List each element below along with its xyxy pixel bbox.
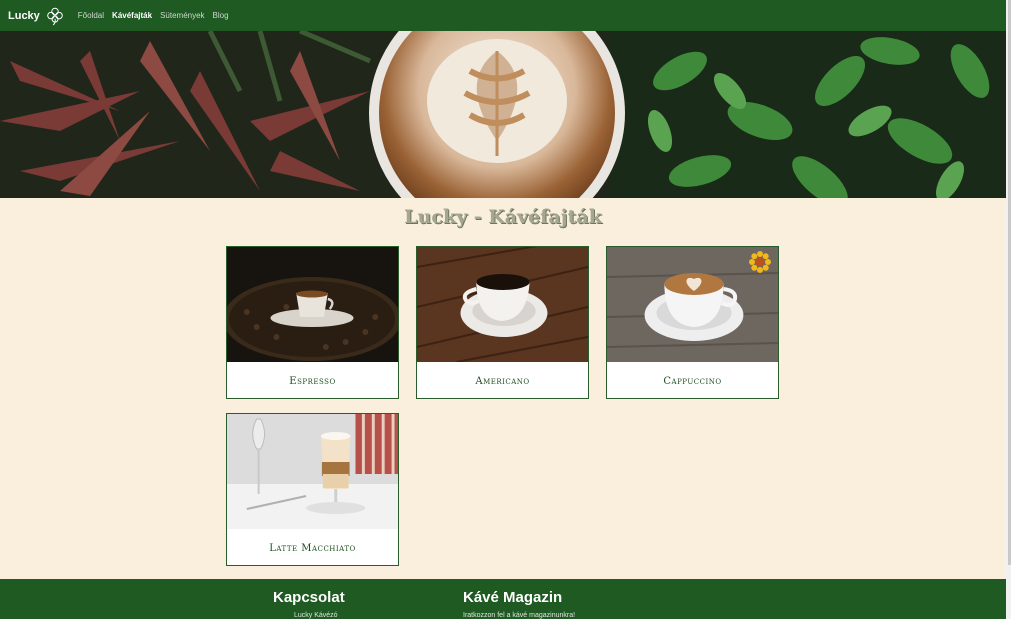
flower-badge-icon (749, 251, 771, 273)
brand-name[interactable]: Lucky (8, 10, 40, 22)
americano-image (417, 247, 588, 362)
nav-link-fooldal[interactable]: Főoldal (78, 11, 104, 20)
page-title: Lucky - Kávéfajták (404, 206, 602, 228)
card-label[interactable]: Americano (417, 362, 588, 398)
hero-banner (0, 31, 1006, 198)
card-americano[interactable]: Americano (416, 246, 589, 399)
nav-link-blog[interactable]: Blog (213, 11, 229, 20)
clover-logo-icon[interactable] (46, 6, 64, 26)
hero-coffee-plants-image (0, 31, 1006, 198)
card-label[interactable]: Cappuccino (607, 362, 778, 398)
footer-magazine-title: Kávé Magazin (463, 589, 563, 606)
nav-links: Főoldal Kávéfajták Sütemények Blog (78, 11, 237, 20)
card-latte-macchiato[interactable]: Latte Macchiato (226, 413, 399, 566)
navbar: Lucky Főoldal Kávéfajták Sütemények Blog (0, 0, 1006, 31)
latte-macchiato-image (227, 414, 398, 529)
nav-link-sutemenyek[interactable]: Sütemények (160, 11, 204, 20)
card-cappuccino[interactable]: Cappuccino (606, 246, 779, 399)
espresso-image (227, 247, 398, 362)
card-espresso[interactable]: Espresso (226, 246, 399, 399)
footer: Kapcsolat Lucky Kávézó Kávé Magazin Irat… (0, 579, 1006, 619)
footer-magazine-text: Iratkozzon fel a kávé magazinunkra! (463, 612, 576, 619)
nav-link-kavefajtak[interactable]: Kávéfajták (112, 11, 152, 20)
page-scrollbar[interactable] (1006, 0, 1011, 619)
footer-contact-title: Kapcsolat (273, 589, 345, 606)
brand[interactable]: Lucky (8, 6, 64, 26)
card-label[interactable]: Latte Macchiato (227, 529, 398, 565)
footer-contact-line: Lucky Kávézó (294, 612, 338, 619)
card-label[interactable]: Espresso (227, 362, 398, 398)
